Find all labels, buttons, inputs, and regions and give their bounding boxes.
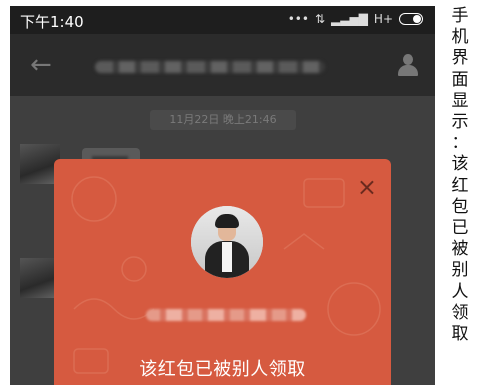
status-bar: 下午1:40 ••• ⇅ ▂▃▅▇ H+ bbox=[10, 6, 435, 34]
caption-char: 红 bbox=[451, 175, 469, 196]
network-type: H+ bbox=[373, 12, 393, 26]
caption-char: 该 bbox=[451, 154, 469, 175]
caption-char: 被 bbox=[451, 239, 469, 260]
status-time: 下午1:40 bbox=[20, 13, 84, 31]
red-packet-status: 该红包已被别人领取 bbox=[139, 359, 306, 380]
chat-header: ← bbox=[10, 34, 435, 96]
wifi-icon: ⇅ bbox=[314, 12, 325, 26]
person-icon[interactable] bbox=[397, 54, 419, 76]
close-icon[interactable]: × bbox=[357, 175, 377, 199]
more-dots-icon: ••• bbox=[287, 12, 309, 26]
vertical-caption: 手机界面显示：该红包已被别人领取 bbox=[449, 6, 471, 345]
caption-char: 已 bbox=[451, 218, 469, 239]
back-arrow-icon[interactable]: ← bbox=[30, 50, 52, 80]
status-icons: ••• ⇅ ▂▃▅▇ H+ bbox=[288, 12, 423, 26]
caption-char: 别 bbox=[451, 260, 469, 281]
caption-char: 面 bbox=[451, 69, 469, 90]
chat-title-redacted bbox=[95, 61, 325, 73]
caption-char: 人 bbox=[451, 281, 469, 302]
caption-char: 领 bbox=[451, 302, 469, 323]
message-timestamp: 11月22日 晚上21:46 bbox=[150, 110, 296, 130]
phone-screen: 下午1:40 ••• ⇅ ▂▃▅▇ H+ ← 11月22日 晚上21:46 × … bbox=[10, 6, 435, 385]
caption-char: 机 bbox=[451, 27, 469, 48]
sender-avatar bbox=[191, 206, 263, 278]
battery-icon bbox=[399, 13, 423, 25]
caption-char: 手 bbox=[451, 6, 469, 26]
caption-char: 取 bbox=[451, 324, 469, 345]
caption-char: 示 bbox=[451, 112, 469, 133]
caption-char: 显 bbox=[451, 90, 469, 111]
sender-name-redacted bbox=[146, 309, 306, 321]
caption-char: 包 bbox=[451, 196, 469, 217]
red-packet-card: × 该红包已被别人领取 bbox=[54, 159, 391, 385]
caption-char: ： bbox=[451, 133, 469, 154]
signal-icon: ▂▃▅▇ bbox=[331, 12, 368, 26]
caption-char: 界 bbox=[451, 48, 469, 69]
